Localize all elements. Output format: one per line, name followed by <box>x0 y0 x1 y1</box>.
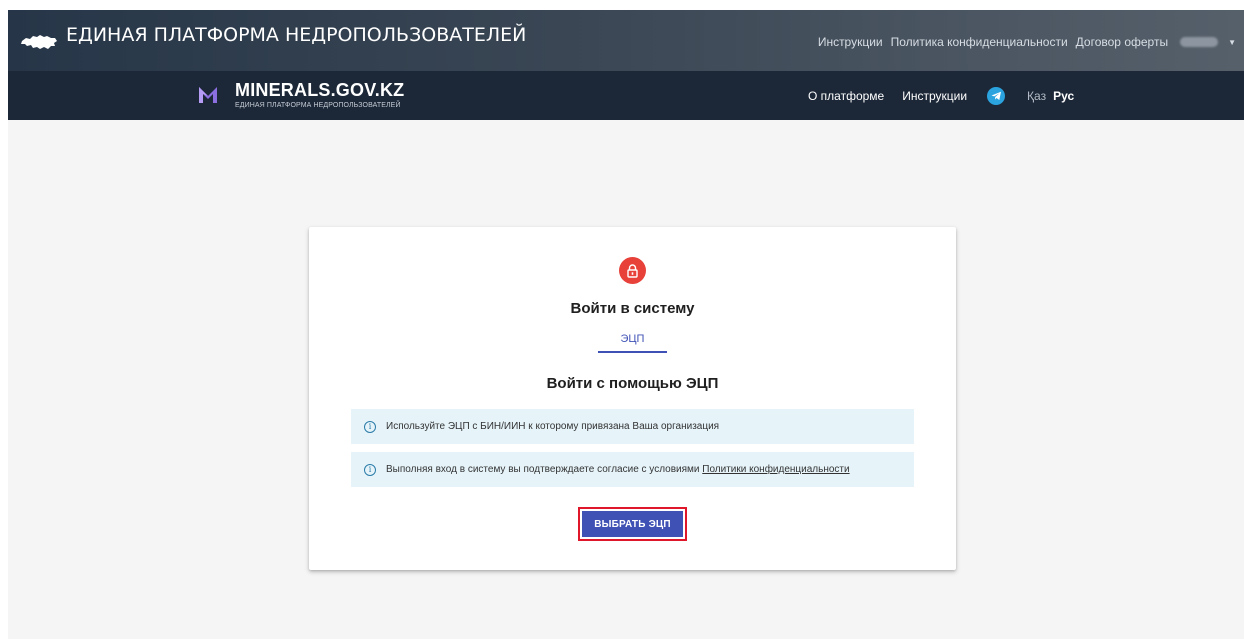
platform-title: ЕДИНАЯ ПЛАТФОРМА НЕДРОПОЛЬЗОВАТЕЛЕЙ <box>66 24 527 46</box>
lang-kz-link[interactable]: Қаз <box>1027 89 1046 103</box>
top-bar: ЕДИНАЯ ПЛАТФОРМА НЕДРОПОЛЬЗОВАТЕЛЕЙ Инст… <box>8 10 1244 71</box>
nav-link-about[interactable]: О платформе <box>808 89 884 103</box>
page-frame: ЕДИНАЯ ПЛАТФОРМА НЕДРОПОЛЬЗОВАТЕЛЕЙ Инст… <box>8 10 1244 639</box>
top-link-offer[interactable]: Договор оферты <box>1076 35 1168 49</box>
kazakhstan-map-icon <box>21 35 57 49</box>
select-ecp-highlight: ВЫБРАТЬ ЭЦП <box>578 507 687 541</box>
minerals-logo-icon[interactable] <box>198 86 218 104</box>
top-link-instructions[interactable]: Инструкции <box>818 35 883 49</box>
lang-ru-link[interactable]: Рус <box>1053 89 1074 103</box>
login-card: Войти в систему ЭЦП Войти с помощью ЭЦП … <box>309 227 956 570</box>
top-link-privacy[interactable]: Политика конфиденциальности <box>891 35 1068 49</box>
tab-indicator <box>598 351 667 353</box>
login-subtitle: Войти с помощью ЭЦП <box>546 375 719 392</box>
select-ecp-button[interactable]: ВЫБРАТЬ ЭЦП <box>582 511 683 537</box>
brand-subtitle: ЕДИНАЯ ПЛАТФОРМА НЕДРОПОЛЬЗОВАТЕЛЕЙ <box>235 102 401 109</box>
info-alert-text: Используйте ЭЦП с БИН/ИИН к которому при… <box>386 421 720 432</box>
info-alert-privacy: i Выполняя вход в систему вы подтверждае… <box>351 452 914 487</box>
telegram-icon[interactable] <box>987 87 1006 105</box>
lock-icon <box>619 257 646 284</box>
tab-ecp[interactable]: ЭЦП <box>598 333 667 345</box>
main-nav: MINERALS.GOV.KZ ЕДИНАЯ ПЛАТФОРМА НЕДРОПО… <box>8 71 1244 120</box>
brand-name[interactable]: MINERALS.GOV.KZ <box>235 80 404 101</box>
info-alert-text: Выполняя вход в систему вы подтверждаете… <box>386 464 700 475</box>
info-icon: i <box>364 420 376 433</box>
privacy-policy-link[interactable]: Политики конфиденциальности <box>702 464 849 475</box>
caret-down-icon[interactable]: ▼ <box>1228 38 1236 47</box>
nav-links: О платформе Инструкции Қаз Рус <box>808 87 1074 105</box>
nav-link-instructions[interactable]: Инструкции <box>902 89 967 103</box>
info-alert-bin: i Используйте ЭЦП с БИН/ИИН к которому п… <box>351 409 914 444</box>
user-menu[interactable] <box>1180 37 1219 47</box>
login-title: Войти в систему <box>570 300 695 317</box>
top-links: Инструкции Политика конфиденциальности Д… <box>818 35 1236 49</box>
info-icon: i <box>364 463 376 476</box>
